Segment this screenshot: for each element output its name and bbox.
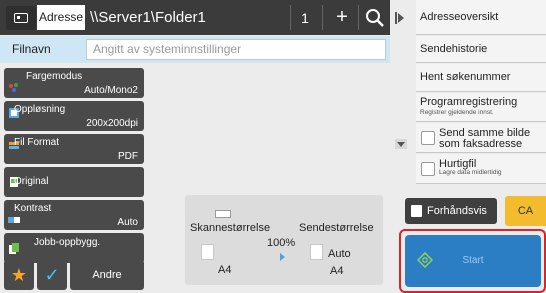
divider [322,5,323,30]
star-icon: ★ [10,265,28,285]
add-address-button[interactable]: + [327,3,357,33]
size-preview-panel[interactable]: Skannestørrelse Sendestørrelse 100% Auto… [185,195,383,285]
paper-icon [201,244,214,260]
scanner-icon [215,210,231,218]
menu-label: Jobb-oppbygg. [34,237,101,248]
clear-all-button[interactable]: CA [505,196,546,226]
menu-resolution[interactable]: Oppløsning 200x200dpi [4,101,144,131]
send-size-label: Sendestørrelse [299,222,374,234]
ratio-value: 100% [267,237,296,249]
menu-color-mode[interactable]: Fargemodus Auto/Mono2 [4,68,144,98]
paper-icon [310,244,323,260]
send-size-value: A4 [330,265,344,277]
scroll-down-button[interactable] [395,139,407,149]
preview-label: Forhåndsvis [427,205,487,217]
start-icon [417,252,433,268]
panel-collapse-strip[interactable] [390,0,414,158]
menu-value: PDF [118,151,138,162]
quick-file-toggle[interactable]: Hurtigfil Lagre data midlertidig [416,154,546,184]
menu-value: 200x200dpi [86,118,138,129]
filename-input[interactable]: Angitt av systeminnstillinger [86,39,386,60]
arrow-right-icon [280,253,285,261]
other-button[interactable]: Andre [70,260,144,290]
preview-button[interactable]: Forhåndsvis [405,198,497,224]
send-same-fax-toggle[interactable]: Send samme bilde som faksadresse [416,123,546,153]
address-book-button[interactable] [6,6,36,30]
menu-original[interactable]: Original [4,167,144,197]
menu-label: Oppløsning [14,104,66,115]
preview-icon [411,205,422,217]
favorite-button[interactable]: ★ [4,260,34,290]
menu-label: Original [14,176,49,187]
address-path-field[interactable]: \\Server1\Folder1 [90,5,290,30]
quick-file-sub: Lagre data midlertidig [439,169,502,176]
search-button[interactable] [362,5,388,31]
address-bar: Adresse \\Server1\Folder1 1 + [0,0,390,35]
quick-file-checkbox[interactable] [421,162,435,176]
start-highlight: Start [399,229,546,293]
start-label: Start [462,255,484,266]
collapse-bar-icon [395,12,397,24]
scan-size-value: A4 [218,264,232,276]
color-mode-icon [9,83,18,92]
address-overview-button[interactable]: Adresseoversikt [416,0,546,35]
program-registration-sub: Registrer gjeldende innst. [420,109,494,116]
search-icon [366,9,384,27]
menu-file-format[interactable]: Fil Format PDF [4,134,144,164]
menu-label: Fil Format [14,137,59,148]
scan-size-label: Skannestørrelse [190,222,271,234]
menu-job-build[interactable]: Jobb-oppbygg. [4,233,144,263]
address-count[interactable]: 1 [290,3,320,33]
send-history-button[interactable]: Sendehistorie [416,36,546,63]
start-button[interactable]: Start [405,235,541,287]
filename-row: Filnavn Angitt av systeminnstillinger [0,36,390,63]
menu-value: Auto [117,217,138,228]
chevron-right-icon [398,13,404,23]
menu-contrast[interactable]: Kontrast Auto [4,200,144,230]
filename-label: Filnavn [12,42,51,56]
address-tab[interactable]: Adresse [37,5,85,30]
job-build-icon [9,243,19,254]
menu-label: Kontrast [14,203,52,214]
address-book-icon [14,13,28,23]
menu-label: Fargemodus [26,71,83,82]
check-settings-button[interactable]: ✓ [37,260,67,290]
contrast-icon [8,217,20,223]
send-same-fax-label: Send samme bilde som faksadresse [439,127,531,150]
check-icon: ✓ [44,265,60,285]
send-same-fax-checkbox[interactable] [421,131,435,145]
divider [358,5,359,30]
menu-value: Auto/Mono2 [84,85,138,96]
send-size-auto: Auto [328,248,351,260]
program-registration-label: Programregistrering [420,96,518,108]
program-registration-button[interactable]: Programregistrering Registrer gjeldende … [416,93,546,122]
get-search-number-button[interactable]: Hent søkenummer [416,64,546,92]
